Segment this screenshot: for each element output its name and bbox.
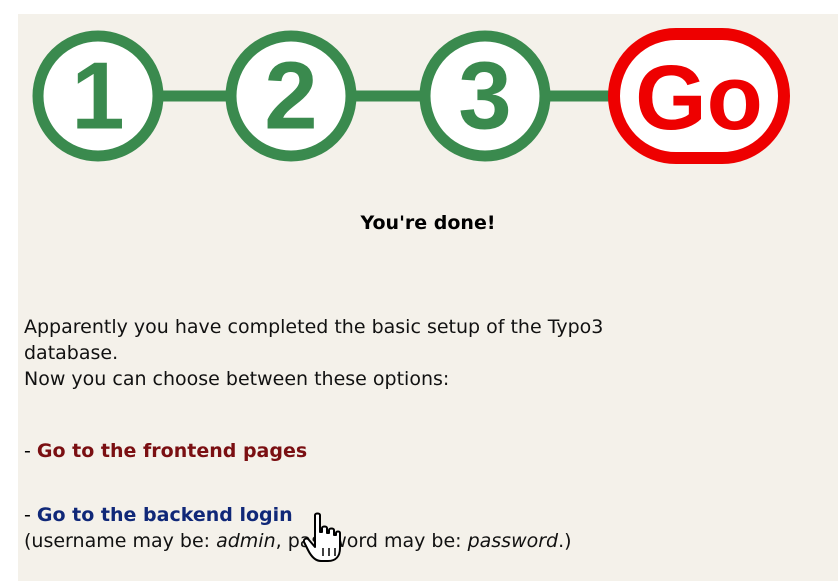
step-2-circle: 2 xyxy=(225,30,357,162)
note-username: admin xyxy=(216,530,276,552)
step-3-circle: 3 xyxy=(419,30,551,162)
note-password: password xyxy=(467,530,559,552)
intro-line-3: Now you can choose between these options… xyxy=(24,368,450,390)
install-done-page: 1 2 3 Go You're done! Apparently you hav… xyxy=(18,14,838,581)
step-go-badge: Go xyxy=(608,28,790,164)
backend-login-link[interactable]: Go to the backend login xyxy=(37,504,293,526)
step-1-label: 1 xyxy=(71,43,124,150)
backend-option: - Go to the backend login xyxy=(24,502,293,528)
step-1-circle: 1 xyxy=(32,30,164,162)
step-3-label: 3 xyxy=(458,43,511,150)
note-suffix: .) xyxy=(558,530,572,552)
frontend-dash: - xyxy=(24,440,37,462)
install-step-indicator: 1 2 3 Go xyxy=(32,28,790,164)
hand-pointer-cursor-icon xyxy=(303,512,341,562)
frontend-option: - Go to the frontend pages xyxy=(24,438,307,464)
intro-line-2: database. xyxy=(24,342,119,364)
credentials-note: (username may be: admin, password may be… xyxy=(24,528,572,554)
frontend-pages-link[interactable]: Go to the frontend pages xyxy=(37,440,307,462)
done-heading: You're done! xyxy=(360,212,496,234)
backend-dash: - xyxy=(24,504,37,526)
step-2-label: 2 xyxy=(264,43,317,150)
note-prefix: (username may be: xyxy=(24,530,217,552)
step-go-label: Go xyxy=(635,47,763,149)
intro-line-1: Apparently you have completed the basic … xyxy=(24,316,604,338)
